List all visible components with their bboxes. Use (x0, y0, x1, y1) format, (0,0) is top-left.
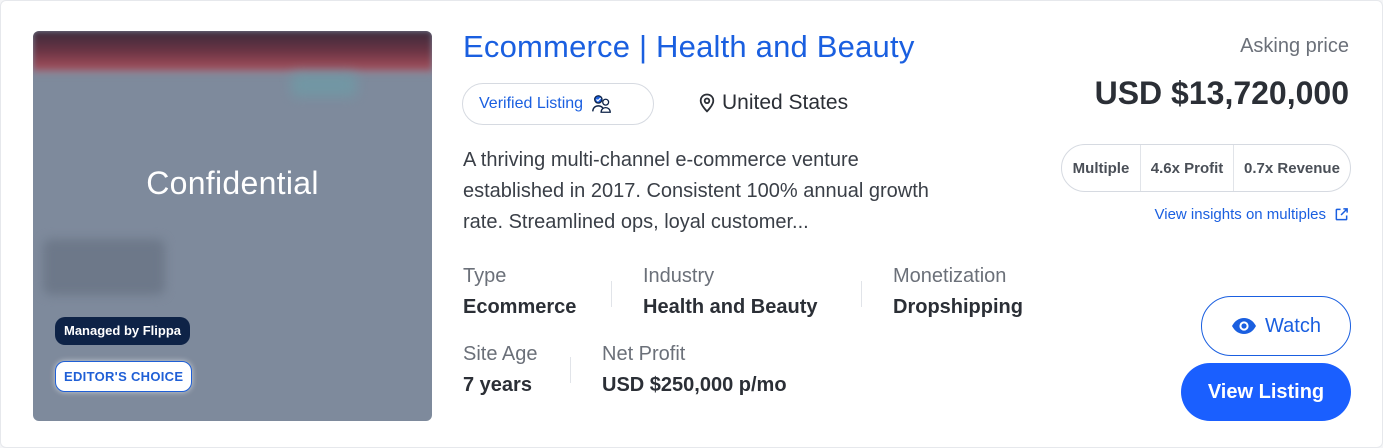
location-text: United States (722, 91, 849, 114)
listing-thumbnail[interactable]: Confidential Managed by Flippa EDITOR'S … (33, 31, 432, 421)
stat-monetization-label: Monetization (893, 265, 1007, 287)
verified-listing-label: Verified Listing (479, 95, 584, 112)
stat-industry: Industry Health and Beauty (643, 265, 817, 319)
location: United States (698, 91, 848, 115)
view-insights-link[interactable]: View insights on multiples (1155, 206, 1349, 223)
view-insights-label: View insights on multiples (1154, 206, 1326, 223)
stat-divider (611, 281, 612, 307)
thumbnail-blurred-chip (291, 73, 357, 97)
stat-divider (570, 357, 571, 383)
asking-price-label: Asking price (1240, 35, 1349, 57)
thumbnail-blurred-header (33, 31, 432, 75)
watch-button[interactable]: Watch (1201, 296, 1351, 356)
multiples-label: Multiple (1062, 145, 1141, 191)
listing-title[interactable]: Ecommerce | Health and Beauty (463, 29, 915, 65)
stat-net-profit-value: USD $250,000 p/mo (602, 374, 787, 396)
profit-multiple: 4.6x Profit (1141, 145, 1234, 191)
view-listing-button[interactable]: View Listing (1181, 363, 1351, 421)
listing-card: Confidential Managed by Flippa EDITOR'S … (0, 0, 1383, 448)
thumbnail-title: Confidential (146, 165, 319, 201)
multiples-pill: Multiple 4.6x Profit 0.7x Revenue (1061, 144, 1351, 192)
external-link-icon (1335, 208, 1348, 221)
stat-type-value: Ecommerce (463, 296, 577, 318)
verified-users-icon (592, 95, 611, 113)
stat-site-age: Site Age 7 years (463, 343, 538, 397)
listing-description: A thriving multi-channel e-commerce vent… (463, 149, 929, 233)
stat-monetization: Monetization Dropshipping (893, 265, 1023, 319)
editors-choice-badge: EDITOR'S CHOICE (55, 361, 193, 392)
stat-net-profit: Net Profit USD $250,000 p/mo (602, 343, 787, 397)
managed-by-badge: Managed by Flippa (55, 317, 191, 345)
stat-type-label: Type (463, 265, 507, 287)
asking-price-value: USD $13,720,000 (1094, 75, 1349, 111)
stat-monetization-value: Dropshipping (893, 296, 1023, 318)
stat-type: Type Ecommerce (463, 265, 576, 319)
verified-listing-chip: Verified Listing (462, 83, 654, 125)
watch-label: Watch (1265, 314, 1321, 337)
stat-site-age-value: 7 years (463, 374, 532, 396)
stat-industry-label: Industry (643, 265, 715, 287)
stat-divider (861, 281, 862, 307)
map-pin-icon (699, 93, 715, 113)
stat-industry-value: Health and Beauty (643, 296, 818, 318)
revenue-multiple: 0.7x Revenue (1244, 159, 1340, 177)
thumbnail-blurred-block (43, 239, 165, 295)
stat-net-profit-label: Net Profit (602, 343, 686, 365)
stat-site-age-label: Site Age (463, 343, 538, 365)
eye-icon (1232, 318, 1257, 334)
